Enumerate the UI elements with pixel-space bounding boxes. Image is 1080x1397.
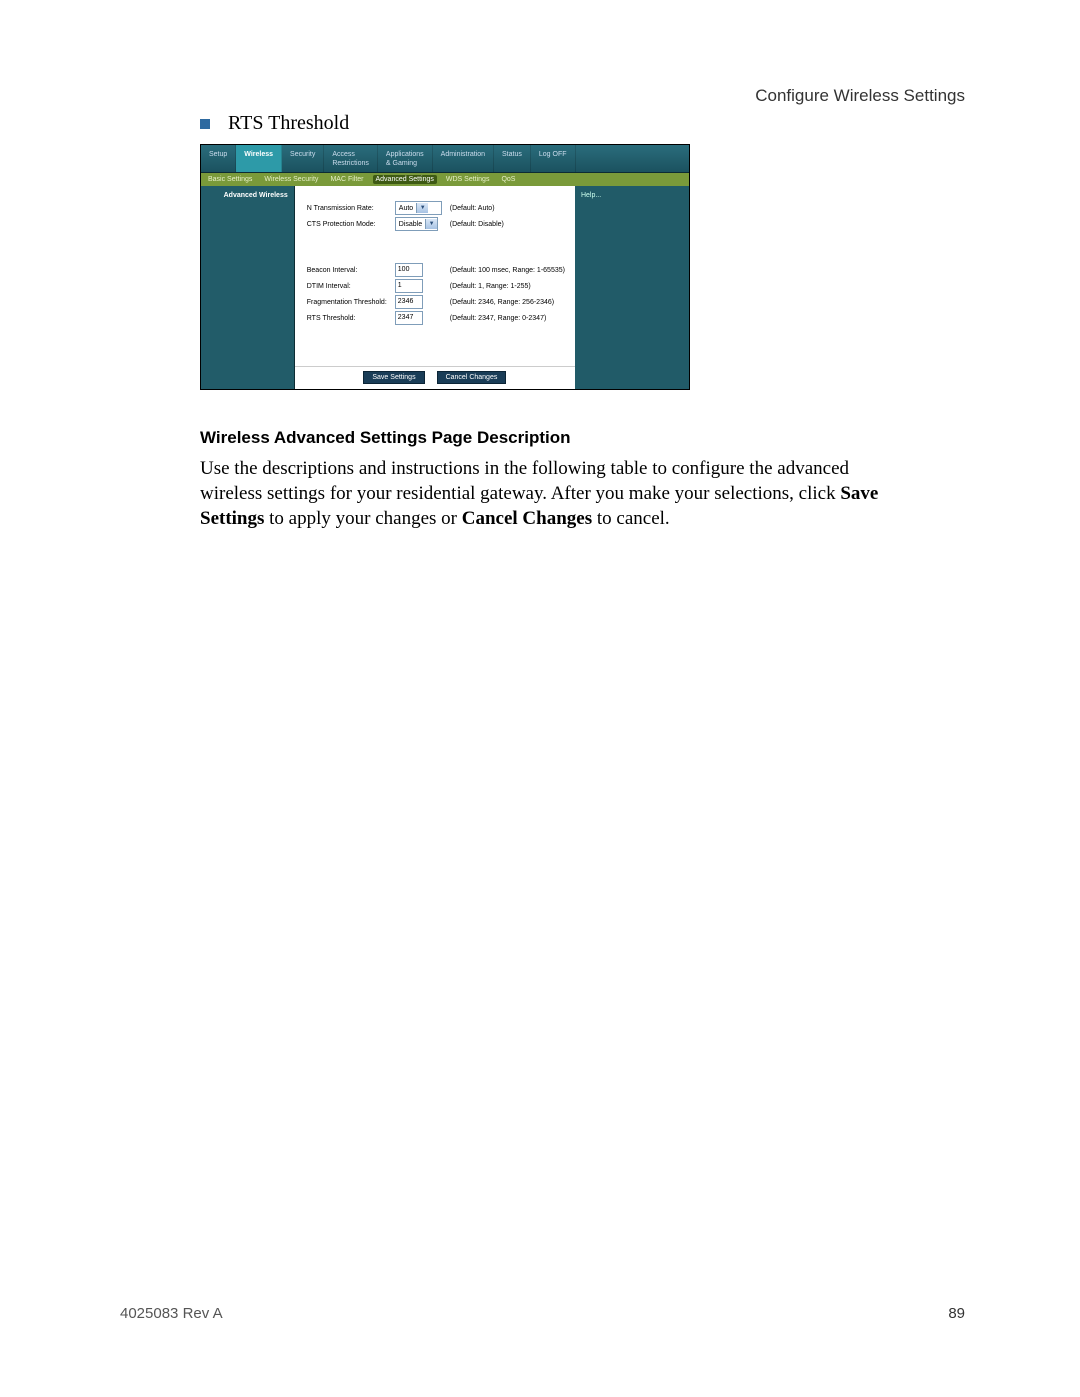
cancel-changes-button[interactable]: Cancel Changes — [437, 371, 507, 384]
left-column-title: Advanced Wireless — [201, 192, 294, 205]
subtab-mac[interactable]: MAC Filter — [327, 175, 366, 184]
subtab-basic[interactable]: Basic Settings — [205, 175, 255, 184]
page-header-right: Configure Wireless Settings — [755, 86, 965, 106]
beacon-input[interactable]: 100 — [395, 263, 423, 277]
n-rate-hint: (Default: Auto) — [446, 200, 569, 216]
rts-hint: (Default: 2347, Range: 0-2347) — [446, 310, 569, 326]
frag-input[interactable]: 2346 — [395, 295, 423, 309]
tab-access-restrictions[interactable]: Access Restrictions — [324, 145, 378, 172]
beacon-label: Beacon Interval: — [303, 262, 391, 278]
para-text-c: to apply your changes or — [264, 508, 461, 529]
main-tabs: Setup Wireless Security Access Restricti… — [201, 145, 689, 173]
subtab-wds[interactable]: WDS Settings — [443, 175, 493, 184]
beacon-hint: (Default: 100 msec, Range: 1-65535) — [446, 262, 569, 278]
button-bar: Save Settings Cancel Changes — [295, 366, 575, 389]
description-paragraph: Use the descriptions and instructions in… — [200, 456, 880, 531]
bullet-square-icon — [200, 119, 210, 129]
tab-wireless[interactable]: Wireless — [236, 145, 282, 172]
frag-label: Fragmentation Threshold: — [303, 294, 391, 310]
tab-status[interactable]: Status — [494, 145, 531, 172]
tab-security[interactable]: Security — [282, 145, 324, 172]
footer-left: 4025083 Rev A — [120, 1305, 223, 1322]
help-link[interactable]: Help... — [581, 192, 601, 199]
save-settings-button[interactable]: Save Settings — [363, 371, 424, 384]
footer-right-page-number: 89 — [948, 1305, 965, 1322]
rts-label: RTS Threshold: — [303, 310, 391, 326]
n-rate-label: N Transmission Rate: — [303, 200, 391, 216]
bullet-text: RTS Threshold — [228, 112, 349, 135]
dtim-label: DTIM Interval: — [303, 278, 391, 294]
dtim-hint: (Default: 1, Range: 1-255) — [446, 278, 569, 294]
cts-value: Disable — [399, 221, 422, 228]
para-text-d: Cancel Changes — [462, 508, 592, 529]
n-rate-select[interactable]: Auto ▼ — [395, 201, 442, 215]
subtab-advanced[interactable]: Advanced Settings — [373, 175, 437, 184]
help-column: Help... — [575, 186, 689, 389]
tab-applications-gaming[interactable]: Applications & Gaming — [378, 145, 433, 172]
sub-tabs: Basic Settings Wireless Security MAC Fil… — [201, 173, 689, 186]
left-column: Advanced Wireless — [201, 186, 295, 389]
router-ui: Setup Wireless Security Access Restricti… — [200, 144, 690, 390]
settings-panel: N Transmission Rate: Auto ▼ (Default: Au… — [295, 186, 575, 389]
dtim-input[interactable]: 1 — [395, 279, 423, 293]
tab-administration[interactable]: Administration — [433, 145, 494, 172]
cts-label: CTS Protection Mode: — [303, 216, 391, 232]
subtab-wsec[interactable]: Wireless Security — [261, 175, 321, 184]
n-rate-value: Auto — [399, 205, 413, 212]
rts-input[interactable]: 2347 — [395, 311, 423, 325]
cts-select[interactable]: Disable ▼ — [395, 217, 438, 231]
cts-hint: (Default: Disable) — [446, 216, 569, 232]
subtab-qos[interactable]: QoS — [498, 175, 518, 184]
bullet-row: RTS Threshold — [200, 112, 349, 135]
tab-setup[interactable]: Setup — [201, 145, 236, 172]
section-heading: Wireless Advanced Settings Page Descript… — [200, 428, 571, 448]
frag-hint: (Default: 2346, Range: 256-2346) — [446, 294, 569, 310]
chevron-down-icon: ▼ — [425, 219, 437, 229]
para-text-a: Use the descriptions and instructions in… — [200, 458, 849, 504]
para-text-e: to cancel. — [592, 508, 670, 529]
chevron-down-icon: ▼ — [416, 203, 428, 213]
tab-logoff[interactable]: Log OFF — [531, 145, 576, 172]
